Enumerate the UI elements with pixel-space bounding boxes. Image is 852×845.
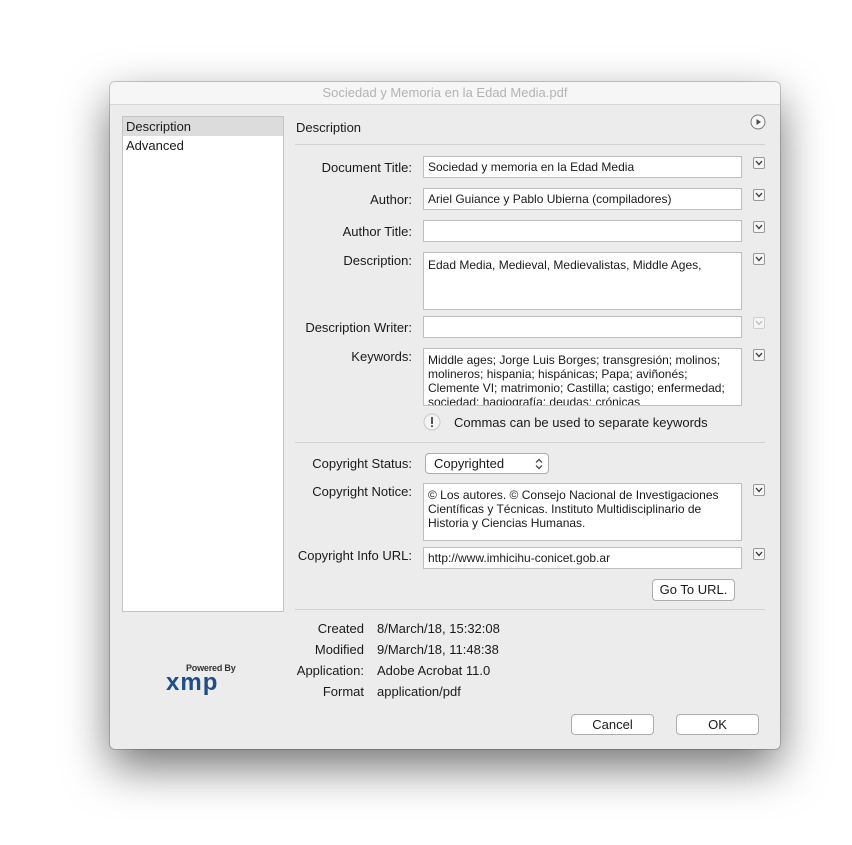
created-value: 8/March/18, 15:32:08 <box>377 621 500 636</box>
author-label: Author: <box>370 192 412 207</box>
copyright-notice-dropdown-icon[interactable] <box>753 484 765 496</box>
category-list[interactable]: Description Advanced <box>122 116 284 612</box>
copyright-url-field[interactable]: http://www.imhicihu-conicet.gob.ar <box>423 547 742 569</box>
cancel-button[interactable]: Cancel <box>571 714 654 735</box>
sidebar-item-description[interactable]: Description <box>123 117 283 136</box>
copyright-notice-label: Copyright Notice: <box>312 484 412 499</box>
description-writer-label: Description Writer: <box>305 320 412 335</box>
copyright-url-dropdown-icon[interactable] <box>753 548 765 560</box>
description-label: Description: <box>343 253 412 268</box>
author-title-dropdown-icon[interactable] <box>753 221 765 233</box>
description-dropdown-icon[interactable] <box>753 253 765 265</box>
application-label: Application: <box>296 663 364 678</box>
document-title-dropdown-icon[interactable] <box>753 157 765 169</box>
author-field[interactable]: Ariel Guiance y Pablo Ubierna (compilado… <box>423 188 742 210</box>
options-menu-icon[interactable] <box>750 114 766 130</box>
keywords-dropdown-icon[interactable] <box>753 349 765 361</box>
copyright-status-label: Copyright Status: <box>312 456 412 471</box>
keywords-label: Keywords: <box>351 349 412 364</box>
modified-value: 9/March/18, 11:48:38 <box>377 642 499 657</box>
author-title-label: Author Title: <box>342 224 412 239</box>
keywords-hint: Commas can be used to separate keywords <box>454 415 708 430</box>
window-title: Sociedad y Memoria en la Edad Media.pdf <box>110 82 780 105</box>
author-dropdown-icon[interactable] <box>753 189 765 201</box>
description-field[interactable]: Edad Media, Medieval, Medievalistas, Mid… <box>423 252 742 310</box>
document-title-field[interactable]: Sociedad y memoria en la Edad Media <box>423 156 742 178</box>
copyright-status-value: Copyrighted <box>434 456 505 471</box>
xmp-dialog: Sociedad y Memoria en la Edad Media.pdf … <box>110 82 780 749</box>
created-label: Created <box>317 621 364 636</box>
sidebar-item-advanced[interactable]: Advanced <box>123 136 283 155</box>
description-writer-dropdown-icon <box>753 317 765 329</box>
copyright-url-label: Copyright Info URL: <box>297 548 412 563</box>
info-warning-icon <box>423 413 441 431</box>
document-title-label: Document Title: <box>321 160 412 175</box>
header-divider <box>295 144 765 145</box>
go-to-url-button[interactable]: Go To URL. <box>652 579 735 601</box>
metadata-divider <box>295 609 765 610</box>
description-writer-field[interactable] <box>423 316 742 338</box>
format-value: application/pdf <box>377 684 461 699</box>
modified-label: Modified <box>314 642 364 657</box>
xmp-logo-text: xmp <box>166 669 219 696</box>
author-title-field[interactable] <box>423 220 742 242</box>
copyright-divider <box>295 442 765 443</box>
select-chevron-icon <box>535 458 543 470</box>
application-value: Adobe Acrobat 11.0 <box>377 663 491 678</box>
xmp-logo: Powered By xmp <box>164 663 240 701</box>
ok-button[interactable]: OK <box>676 714 759 735</box>
section-title: Description <box>296 120 362 135</box>
keywords-field[interactable]: Middle ages; Jorge Luis Borges; transgre… <box>423 348 742 406</box>
copyright-status-select[interactable]: Copyrighted <box>425 453 549 474</box>
format-label: Format <box>322 684 364 699</box>
copyright-notice-field[interactable]: © Los autores. © Consejo Nacional de Inv… <box>423 483 742 541</box>
